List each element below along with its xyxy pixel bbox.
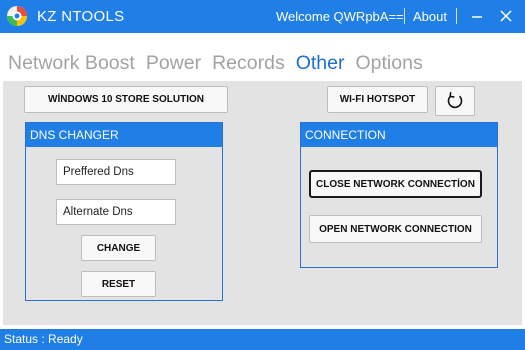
status-bar: Status : Ready [0, 329, 525, 350]
connection-title: CONNECTION [301, 123, 497, 147]
dns-changer-group: DNS CHANGER Preffered Dns Alternate Dns … [25, 122, 223, 301]
reset-dns-button[interactable]: RESET [81, 271, 156, 297]
minimize-button[interactable] [466, 4, 488, 28]
app-title: KZ NTOOLS [37, 8, 125, 25]
content-panel: WİNDOWS 10 STORE SOLUTION WI-FI HOTSPOT … [3, 81, 522, 325]
close-icon [500, 10, 512, 22]
welcome-text: Welcome QWRpbA== [276, 9, 404, 24]
about-link[interactable]: About [413, 9, 447, 24]
status-text: Status : Ready [4, 332, 83, 346]
tab-records[interactable]: Records [212, 52, 285, 78]
title-bar: KZ NTOOLS Welcome QWRpbA== About [0, 0, 525, 33]
tab-options[interactable]: Options [356, 52, 423, 78]
minimize-icon [472, 16, 482, 18]
open-network-connection-button[interactable]: OPEN NETWORK CONNECTION [309, 215, 482, 243]
wifi-hotspot-button[interactable]: WI-FI HOTSPOT [327, 86, 428, 113]
dns-changer-title: DNS CHANGER [26, 123, 222, 147]
main-tabs: Network Boost Power Records Other Option… [8, 52, 423, 78]
windows-store-solution-button[interactable]: WİNDOWS 10 STORE SOLUTION [24, 86, 228, 113]
close-button[interactable] [495, 4, 517, 28]
title-separator [404, 8, 405, 24]
tab-power[interactable]: Power [146, 52, 201, 78]
tab-network-boost[interactable]: Network Boost [8, 52, 135, 78]
close-network-connection-button[interactable]: CLOSE NETWORK CONNECTİON [309, 170, 482, 198]
refresh-icon [447, 92, 463, 109]
change-dns-button[interactable]: CHANGE [81, 235, 156, 261]
tab-other[interactable]: Other [296, 52, 345, 78]
preferred-dns-field[interactable]: Preffered Dns [56, 159, 176, 185]
title-separator [456, 8, 457, 24]
app-logo-icon [6, 5, 28, 27]
connection-group: CONNECTION CLOSE NETWORK CONNECTİON OPEN… [300, 122, 498, 268]
alternate-dns-field[interactable]: Alternate Dns [56, 199, 176, 225]
refresh-button[interactable] [435, 86, 475, 116]
